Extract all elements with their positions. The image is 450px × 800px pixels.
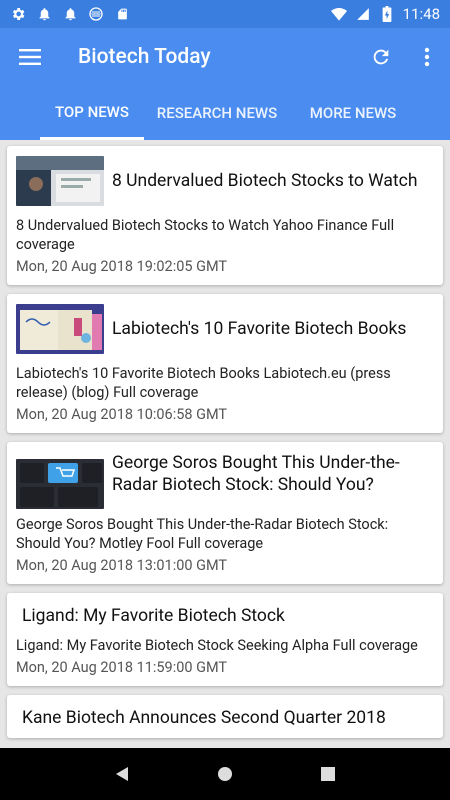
navigation-bar bbox=[0, 748, 450, 800]
wifi-icon bbox=[330, 6, 347, 22]
news-feed[interactable]: 8 Undervalued Biotech Stocks to Watch 8 … bbox=[0, 140, 450, 748]
news-description: George Soros Bought This Under-the-Radar… bbox=[16, 516, 389, 552]
circle-icon bbox=[88, 6, 104, 22]
more-vert-icon[interactable] bbox=[404, 28, 450, 86]
app-title: Biotech Today bbox=[78, 45, 211, 69]
settings-icon bbox=[10, 6, 26, 22]
notification-icon bbox=[62, 6, 78, 22]
news-title: George Soros Bought This Under-the-Radar… bbox=[112, 453, 400, 495]
news-thumbnail bbox=[16, 459, 104, 509]
back-icon[interactable] bbox=[102, 754, 142, 794]
news-card[interactable]: Ligand: My Favorite Biotech Stock Ligand… bbox=[7, 593, 443, 686]
status-time: 11:48 bbox=[402, 5, 440, 23]
tab-research-news[interactable]: RESEARCH NEWS bbox=[150, 86, 284, 140]
recents-icon[interactable] bbox=[308, 754, 348, 794]
news-thumbnail bbox=[16, 304, 104, 354]
status-bar: 11:48 bbox=[0, 0, 450, 28]
news-description: 8 Undervalued Biotech Stocks to Watch Ya… bbox=[16, 217, 395, 253]
sd-card-icon bbox=[114, 6, 130, 22]
refresh-icon[interactable] bbox=[358, 28, 404, 86]
news-title: Ligand: My Favorite Biotech Stock bbox=[22, 606, 285, 626]
tab-top-news[interactable]: TOP NEWS bbox=[40, 86, 144, 140]
news-date: Mon, 20 Aug 2018 10:06:58 GMT bbox=[16, 406, 228, 423]
news-date: Mon, 20 Aug 2018 19:02:05 GMT bbox=[16, 258, 228, 275]
news-description: Ligand: My Favorite Biotech Stock Seekin… bbox=[16, 637, 418, 654]
news-title: Kane Biotech Announces Second Quarter 20… bbox=[22, 708, 386, 728]
news-date: Mon, 20 Aug 2018 11:59:00 GMT bbox=[16, 659, 228, 676]
app-bar: Biotech Today bbox=[0, 28, 450, 86]
news-thumbnail bbox=[16, 156, 104, 206]
status-icons-right: 11:48 bbox=[330, 5, 440, 23]
hamburger-menu-icon[interactable] bbox=[0, 28, 60, 86]
news-card[interactable]: George Soros Bought This Under-the-Radar… bbox=[7, 442, 443, 584]
tab-bar: TOP NEWS RESEARCH NEWS MORE NEWS bbox=[0, 86, 450, 140]
battery-icon bbox=[379, 6, 395, 22]
news-title: Labiotech's 10 Favorite Biotech Books bbox=[112, 319, 407, 339]
news-card[interactable]: 8 Undervalued Biotech Stocks to Watch 8 … bbox=[7, 146, 443, 285]
tab-more-news[interactable]: MORE NEWS bbox=[296, 86, 410, 140]
news-description: Labiotech's 10 Favorite Biotech Books La… bbox=[16, 365, 391, 401]
notification-icon bbox=[36, 6, 52, 22]
news-card[interactable]: Kane Biotech Announces Second Quarter 20… bbox=[7, 695, 443, 738]
home-icon[interactable] bbox=[205, 754, 245, 794]
signal-icon bbox=[355, 6, 371, 22]
news-card[interactable]: Labiotech's 10 Favorite Biotech Books La… bbox=[7, 294, 443, 433]
news-date: Mon, 20 Aug 2018 13:01:00 GMT bbox=[16, 557, 228, 574]
status-icons-left bbox=[10, 6, 130, 22]
news-title: 8 Undervalued Biotech Stocks to Watch bbox=[112, 171, 418, 191]
app-actions bbox=[358, 28, 450, 86]
